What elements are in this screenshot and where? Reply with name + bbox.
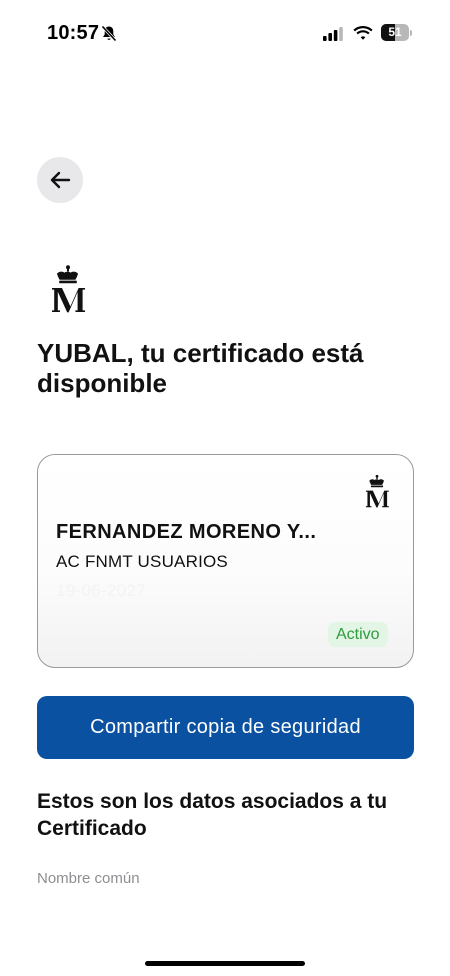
certificate-issuer: AC FNMT USUARIOS	[56, 552, 228, 571]
battery-level: 51	[388, 25, 402, 39]
status-badge: Activo	[328, 622, 388, 647]
page-title: YUBAL, tu certificado está disponible	[37, 338, 364, 398]
wifi-icon	[353, 26, 373, 40]
arrow-left-icon	[50, 171, 71, 189]
crown-m-logo	[52, 265, 85, 313]
certificate-card[interactable]: FERNANDEZ MORENO Y... AC FNMT USUARIOS 1…	[37, 454, 414, 668]
certificate-holder: FERNANDEZ MORENO Y...	[56, 521, 317, 543]
status-bar: 10:57 51	[0, 0, 450, 62]
crown-m-logo	[365, 474, 389, 508]
share-backup-button[interactable]: Compartir copia de seguridad	[37, 696, 414, 759]
status-time: 10:57	[47, 22, 100, 44]
field-label-common-name: Nombre común	[37, 870, 140, 887]
bell-off-icon	[101, 25, 117, 42]
battery-icon: 51	[381, 24, 412, 41]
back-button[interactable]	[37, 157, 83, 203]
details-section-title: Estos son los datos asociados a tu Certi…	[37, 790, 388, 840]
cellular-signal-icon	[323, 27, 343, 41]
certificate-expiry-date: 19-06-2027	[56, 581, 146, 600]
home-indicator[interactable]	[145, 961, 305, 966]
